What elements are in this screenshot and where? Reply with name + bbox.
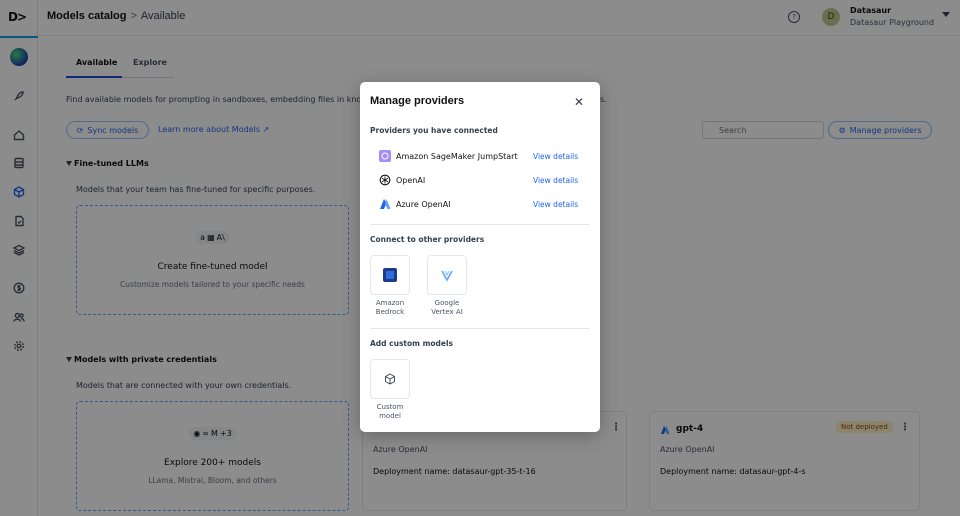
sagemaker-icon — [379, 150, 391, 162]
view-details-link[interactable]: View details — [533, 200, 578, 209]
manage-providers-dialog: Manage providers ✕ Providers you have co… — [360, 82, 600, 432]
other-providers-heading: Connect to other providers — [370, 235, 485, 244]
provider-name: OpenAI — [396, 176, 426, 185]
tile-label-custom: Custom model — [376, 403, 404, 420]
bedrock-icon — [383, 268, 397, 282]
amazon-bedrock-tile[interactable] — [370, 255, 410, 295]
custom-models-heading: Add custom models — [370, 339, 454, 348]
vertex-icon — [441, 270, 453, 282]
view-details-link[interactable]: View details — [533, 176, 578, 185]
azure-icon — [380, 199, 391, 209]
connected-heading: Providers you have connected — [370, 126, 498, 135]
view-details-link[interactable]: View details — [533, 152, 578, 161]
provider-row-sagemaker: Amazon SageMaker JumpStart View details — [379, 150, 582, 164]
openai-icon — [379, 174, 391, 186]
google-vertex-tile[interactable] — [427, 255, 467, 295]
cube-icon — [385, 373, 395, 385]
custom-model-tile[interactable] — [370, 359, 410, 399]
section-divider — [370, 328, 590, 329]
provider-name: Azure OpenAI — [396, 200, 451, 209]
provider-name: Amazon SageMaker JumpStart — [396, 152, 518, 161]
tile-label-vertex: Google Vertex AI — [431, 299, 463, 316]
section-divider — [370, 224, 590, 225]
dialog-title: Manage providers — [370, 95, 465, 107]
tile-label-bedrock: Amazon Bedrock — [375, 299, 405, 316]
provider-row-azure: Azure OpenAI View details — [379, 198, 582, 212]
provider-row-openai: OpenAI View details — [379, 174, 582, 188]
close-icon[interactable]: ✕ — [574, 95, 584, 109]
